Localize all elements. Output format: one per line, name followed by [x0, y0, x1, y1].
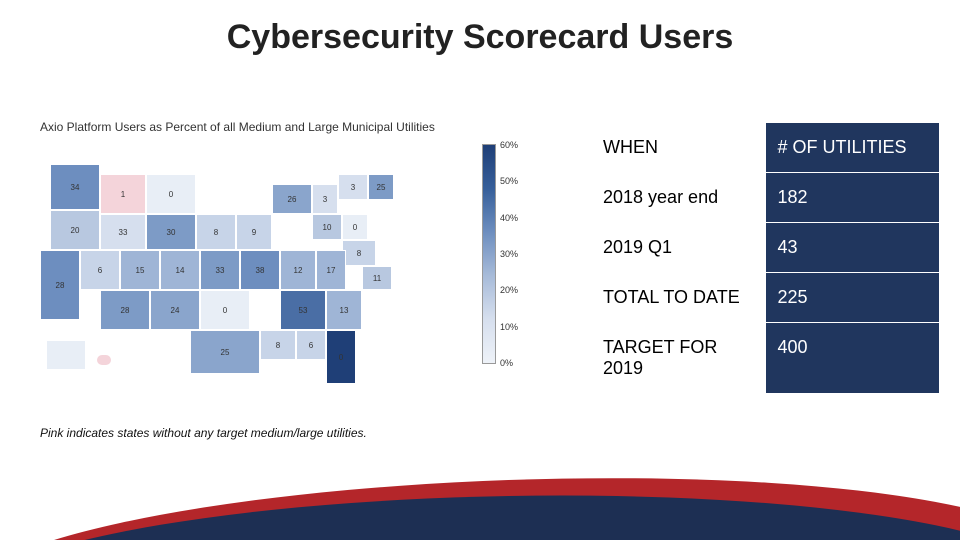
table-row: 2019 Q1 43 [591, 223, 940, 273]
map-chart-title: Axio Platform Users as Percent of all Me… [40, 120, 570, 134]
axis-tick: 50% [500, 176, 518, 186]
legend-axis: 60% 50% 40% 30% 20% 10% 0% [500, 140, 540, 368]
cell-n: 182 [765, 173, 940, 223]
us-map: 34 20 1 0 28 6 15 14 33 30 8 9 33 28 24 … [40, 144, 570, 404]
state-mn: 8 [196, 214, 236, 250]
axis-tick: 30% [500, 249, 518, 259]
col-utilities: # OF UTILITIES [765, 123, 940, 173]
state-pa: 10 [312, 214, 342, 240]
table-header-row: WHEN # OF UTILITIES [591, 123, 940, 173]
state-wi: 9 [236, 214, 272, 250]
data-table: WHEN # OF UTILITIES 2018 year end 182 20… [590, 122, 940, 394]
state-va: 8 [342, 240, 376, 266]
cell-when: TARGET FOR 2019 [591, 323, 766, 394]
state-ny: 3 [312, 184, 338, 214]
cell-n: 43 [765, 223, 940, 273]
state-co: 14 [160, 250, 200, 290]
col-when: WHEN [591, 123, 766, 173]
state-mo: 38 [240, 250, 280, 290]
state-vt: 3 [338, 174, 368, 200]
state-nm: 24 [150, 290, 200, 330]
state-oh: 17 [316, 250, 346, 290]
slide: Cybersecurity Scorecard Users Axio Platf… [0, 0, 960, 540]
state-tx: 25 [190, 330, 260, 374]
axis-tick: 10% [500, 322, 518, 332]
axis-tick: 60% [500, 140, 518, 150]
table-row: TOTAL TO DATE 225 [591, 273, 940, 323]
footer-swoosh [0, 470, 960, 540]
state-ms: 6 [296, 330, 326, 360]
state-ok: 0 [200, 290, 250, 330]
axis-tick: 0% [500, 358, 513, 368]
state-az: 28 [100, 290, 150, 330]
page-title: Cybersecurity Scorecard Users [0, 18, 960, 57]
state-id: 33 [100, 214, 146, 250]
cell-when: 2018 year end [591, 173, 766, 223]
state-mt: 1 [100, 174, 146, 214]
state-fl: 0 [326, 330, 356, 384]
state-sd: 30 [146, 214, 196, 250]
state-ks: 33 [200, 250, 240, 290]
state-ak [46, 340, 86, 370]
axis-tick: 40% [500, 213, 518, 223]
legend-gradient [482, 144, 496, 364]
cell-when: TOTAL TO DATE [591, 273, 766, 323]
state-nc: 11 [362, 266, 392, 290]
cell-n: 225 [765, 273, 940, 323]
table-row: TARGET FOR 2019 400 [591, 323, 940, 394]
state-la: 8 [260, 330, 296, 360]
cell-when: 2019 Q1 [591, 223, 766, 273]
axis-tick: 20% [500, 285, 518, 295]
state-il: 12 [280, 250, 316, 290]
state-or: 20 [50, 210, 100, 250]
map-area: Axio Platform Users as Percent of all Me… [40, 120, 570, 440]
state-ca: 28 [40, 250, 80, 320]
state-nv: 6 [80, 250, 120, 290]
state-nj: 0 [342, 214, 368, 240]
state-tn: 53 [280, 290, 326, 330]
table-row: 2018 year end 182 [591, 173, 940, 223]
state-ga: 13 [326, 290, 362, 330]
state-nd: 0 [146, 174, 196, 214]
cell-n: 400 [765, 323, 940, 394]
map-caption: Pink indicates states without any target… [40, 426, 367, 440]
state-hi [96, 354, 112, 366]
state-wa: 34 [50, 164, 100, 210]
state-ma: 25 [368, 174, 394, 200]
state-ut: 15 [120, 250, 160, 290]
state-mi: 26 [272, 184, 312, 214]
